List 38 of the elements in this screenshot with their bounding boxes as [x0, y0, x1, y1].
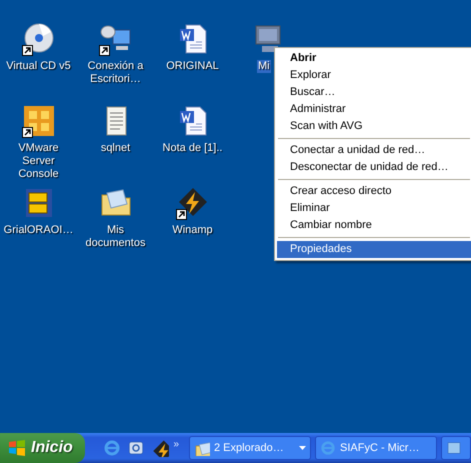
start-button[interactable]: Inicio [0, 433, 86, 463]
menu-item[interactable]: Conectar a unidad de red… [277, 142, 471, 159]
menu-item[interactable]: Scan with AVG [277, 118, 471, 135]
icon-label[interactable]: Nota de [1].. [162, 142, 224, 155]
taskbar-button[interactable] [441, 436, 471, 460]
menu-item[interactable]: Buscar… [277, 84, 471, 101]
shortcut-arrow-icon [98, 45, 110, 56]
menu-item[interactable]: Crear acceso directo [277, 183, 471, 200]
menu-item[interactable]: Abrir [277, 50, 471, 67]
lightning-icon[interactable] [151, 439, 170, 457]
icon-label[interactable]: GrialORAOI… [2, 224, 74, 237]
mail-icon[interactable] [127, 439, 146, 457]
icon-label[interactable]: Conexión a Escritori… [77, 60, 154, 86]
windows-flag-icon [8, 439, 26, 457]
shortcut-arrow-icon [22, 45, 32, 56]
icon-label[interactable]: Winamp [171, 224, 214, 237]
menu-item[interactable]: Cambiar nombre [277, 217, 471, 234]
icon-label[interactable]: Virtual CD v5 [5, 60, 72, 73]
icon-label[interactable]: VMware Server Console [0, 142, 77, 181]
taskbar-button[interactable]: 2 Explorado… [189, 436, 311, 460]
window-icon [446, 440, 462, 456]
menu-item[interactable]: Administrar [277, 101, 471, 118]
menu-item[interactable]: Propiedades [277, 241, 471, 258]
shortcut-arrow-icon [176, 209, 186, 220]
icon-label[interactable]: Mis documentos [77, 224, 154, 250]
menu-item[interactable]: Eliminar [277, 200, 471, 217]
menu-item[interactable]: Desconectar de unidad de red… [277, 159, 471, 176]
folder-icon [194, 440, 210, 456]
vmware-logo-icon [22, 104, 56, 138]
browser-e-icon [320, 440, 336, 456]
icon-label[interactable]: ORIGINAL [165, 60, 220, 73]
icon-label[interactable]: sqlnet [100, 142, 132, 155]
menu-item[interactable]: Explorar [277, 67, 471, 84]
icon-label[interactable]: Mi [257, 60, 271, 73]
chevron[interactable]: » [173, 438, 179, 450]
shortcut-arrow-icon [22, 127, 32, 138]
caret-icon [299, 446, 306, 450]
taskbar-button[interactable]: SIAFyC - Micr… [315, 436, 437, 460]
